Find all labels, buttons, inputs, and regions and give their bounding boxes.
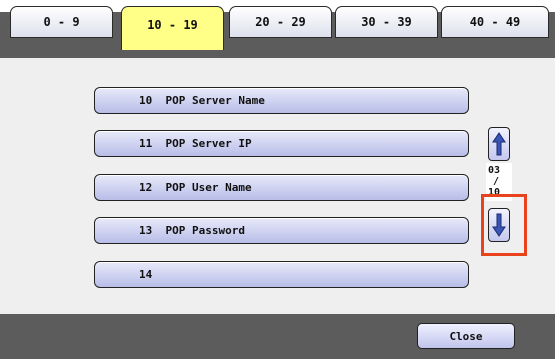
- item-11-pop-server-ip-button[interactable]: 11 POP Server IP: [94, 130, 469, 157]
- scroll-up-button[interactable]: [488, 127, 510, 161]
- item-label: 13 POP Password: [139, 224, 245, 237]
- page-separator: /: [493, 176, 500, 187]
- item-14-button[interactable]: 14: [94, 261, 469, 288]
- focus-highlight-frame: [481, 194, 527, 256]
- item-10-pop-server-name-button[interactable]: 10 POP Server Name: [94, 87, 469, 114]
- right-margin: [555, 0, 560, 359]
- settings-screen: 0 - 9 10 - 19 20 - 29 30 - 39 40 - 49 10…: [0, 0, 560, 359]
- tab-label: 10 - 19: [147, 17, 198, 32]
- item-13-pop-password-button[interactable]: 13 POP Password: [94, 217, 469, 244]
- tab-label: 0 - 9: [43, 15, 80, 29]
- tab-label: 30 - 39: [361, 15, 412, 29]
- close-button[interactable]: Close: [417, 323, 515, 349]
- tab-40-49[interactable]: 40 - 49: [441, 6, 549, 38]
- tab-0-9[interactable]: 0 - 9: [10, 6, 113, 38]
- item-label: 12 POP User Name: [139, 181, 252, 194]
- tab-label: 40 - 49: [469, 15, 521, 29]
- item-label: 10 POP Server Name: [139, 94, 265, 107]
- page-current: 03: [488, 165, 501, 176]
- tab-20-29[interactable]: 20 - 29: [229, 6, 332, 38]
- close-label: Close: [449, 329, 483, 343]
- item-12-pop-user-name-button[interactable]: 12 POP User Name: [94, 174, 469, 201]
- item-label: 11 POP Server IP: [139, 137, 252, 150]
- tab-10-19[interactable]: 10 - 19: [121, 6, 224, 50]
- arrow-up-icon: [492, 132, 506, 156]
- tab-30-39[interactable]: 30 - 39: [335, 6, 438, 38]
- item-label: 14: [139, 268, 153, 281]
- tab-label: 20 - 29: [255, 15, 306, 29]
